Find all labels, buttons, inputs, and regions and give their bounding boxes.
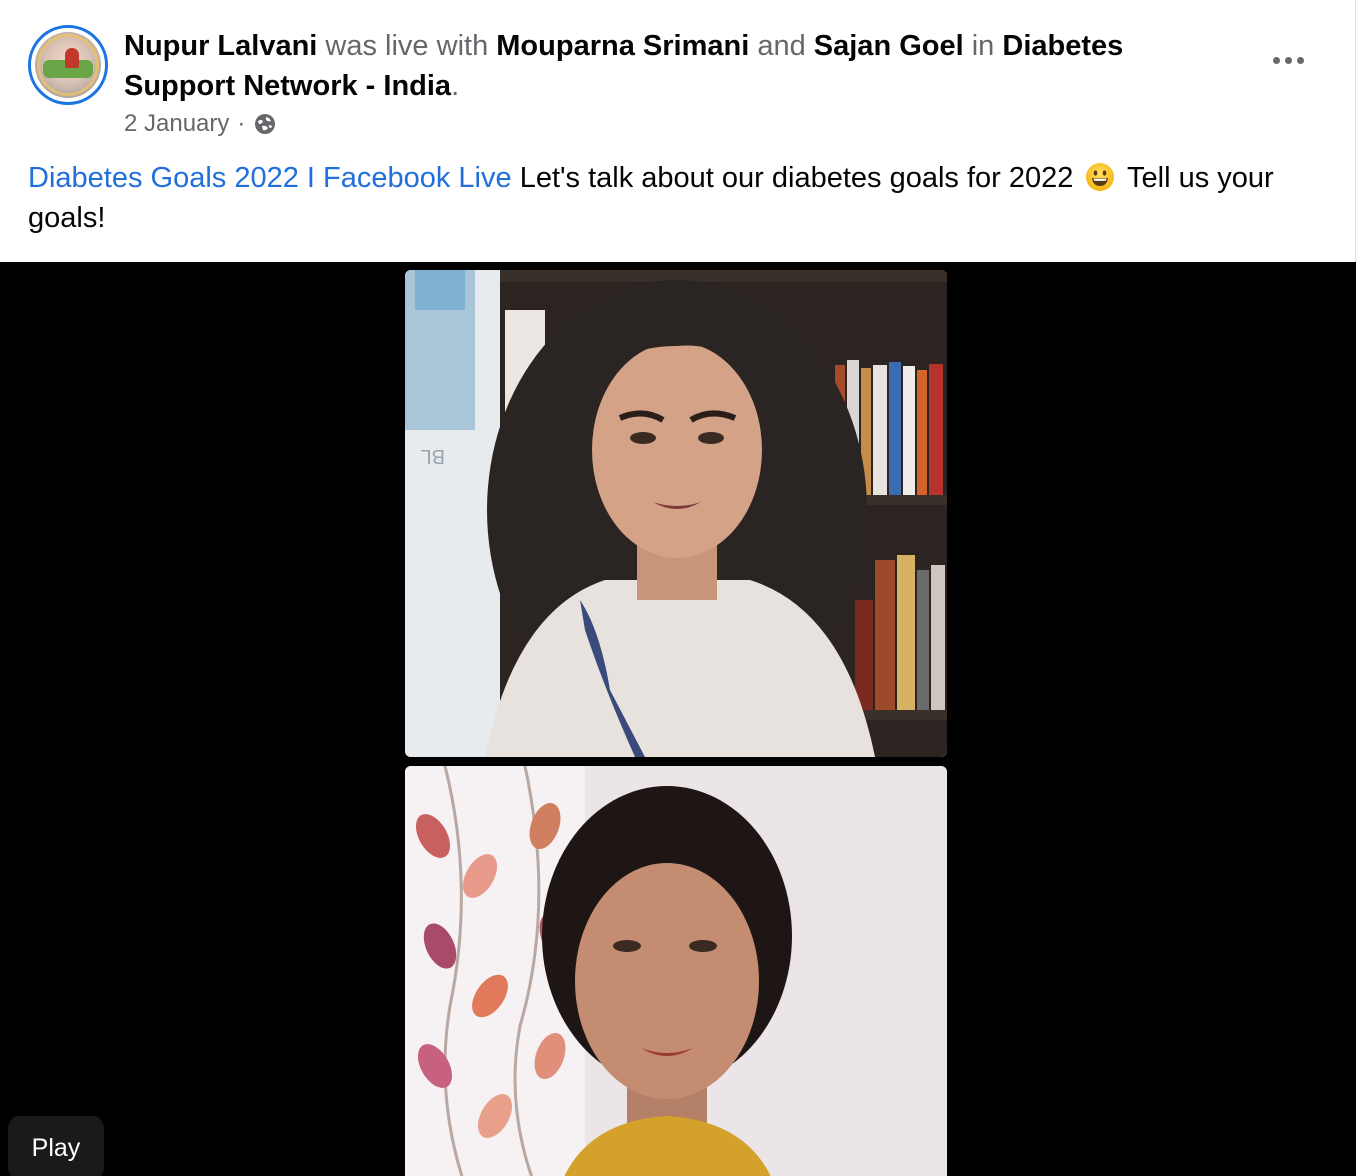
meta-separator: · (237, 110, 246, 137)
live-with-text: was live with (325, 30, 489, 62)
post-date[interactable]: 2 January (124, 110, 229, 138)
group-avatar[interactable] (28, 25, 108, 105)
play-button[interactable]: Play (8, 1116, 104, 1176)
participant-link-2[interactable]: Sajan Goel (814, 30, 964, 62)
globe-icon[interactable] (253, 112, 277, 136)
and-text: and (757, 30, 806, 62)
in-text: in (971, 30, 995, 62)
video-title-link[interactable]: Diabetes Goals 2022 I Facebook Live (28, 162, 512, 194)
feed-post: Nupur Lalvani was live with Mouparna Sri… (0, 0, 1356, 1176)
svg-text:BL: BL (421, 445, 445, 467)
grinning-face-emoji-icon (1085, 162, 1115, 192)
post-header: Nupur Lalvani was live with Mouparna Sri… (0, 0, 1356, 150)
more-options-icon (1272, 56, 1280, 64)
post-title: Nupur Lalvani was live with Mouparna Sri… (124, 26, 1234, 106)
post-meta: 2 January · (124, 110, 277, 138)
author-link[interactable]: Nupur Lalvani (124, 30, 317, 62)
avatar-image (35, 32, 101, 98)
participant-link-1[interactable]: Mouparna Srimani (496, 30, 749, 62)
post-body: Diabetes Goals 2022 I Facebook Live Let'… (28, 158, 1318, 238)
bottom-participant-video (405, 766, 947, 1176)
title-period: . (451, 70, 460, 102)
more-options-button[interactable] (1262, 40, 1314, 80)
body-text-main: Let's talk about our diabetes goals for … (519, 162, 1074, 194)
top-participant-video: BL (405, 270, 947, 757)
live-video-player[interactable]: BL Play (0, 262, 1356, 1176)
